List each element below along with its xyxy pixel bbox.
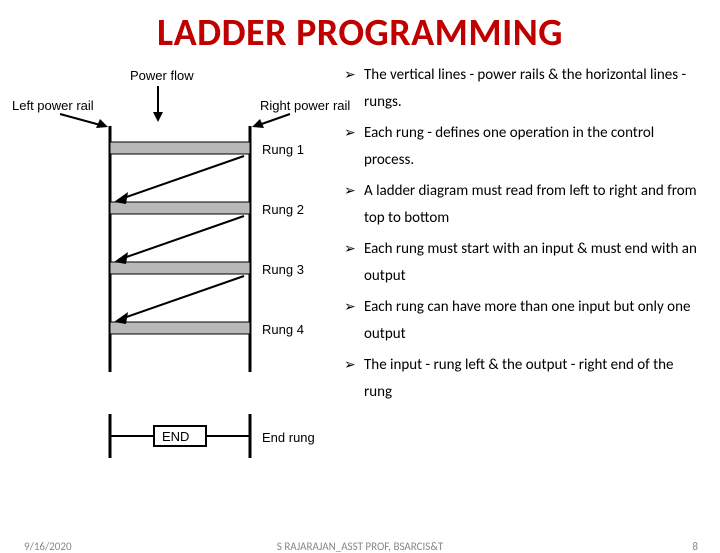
- rung4-label: Rung 4: [262, 322, 304, 337]
- footer-page-number: 8: [692, 540, 698, 553]
- rung2-label: Rung 2: [262, 202, 304, 217]
- left-rail-label: Left power rail: [12, 98, 94, 113]
- rung3-label: Rung 3: [262, 262, 304, 277]
- list-item: The vertical lines - power rails & the h…: [344, 62, 698, 116]
- page-title: LADDER PROGRAMMING: [0, 10, 720, 56]
- rung1-label: Rung 1: [262, 142, 304, 157]
- content-row: Power flow Left power rail Right power r…: [0, 62, 720, 482]
- list-item: The input - rung left & the output - rig…: [344, 352, 698, 406]
- ladder-svg: Power flow Left power rail Right power r…: [10, 62, 350, 482]
- right-rail-label: Right power rail: [260, 98, 350, 113]
- end-box-label: END: [162, 429, 189, 444]
- list-item: Each rung - defines one operation in the…: [344, 120, 698, 174]
- list-item: A ladder diagram must read from left to …: [344, 178, 698, 232]
- footer-author: S RAJARAJAN_ASST PROF, BSARCIS&T: [0, 540, 720, 553]
- ladder-diagram: Power flow Left power rail Right power r…: [0, 62, 340, 482]
- bullet-list: The vertical lines - power rails & the h…: [340, 62, 710, 482]
- power-flow-label: Power flow: [130, 68, 194, 83]
- list-item: Each rung must start with an input & mus…: [344, 236, 698, 290]
- end-rung-label: End rung: [262, 430, 315, 445]
- list-item: Each rung can have more than one input b…: [344, 294, 698, 348]
